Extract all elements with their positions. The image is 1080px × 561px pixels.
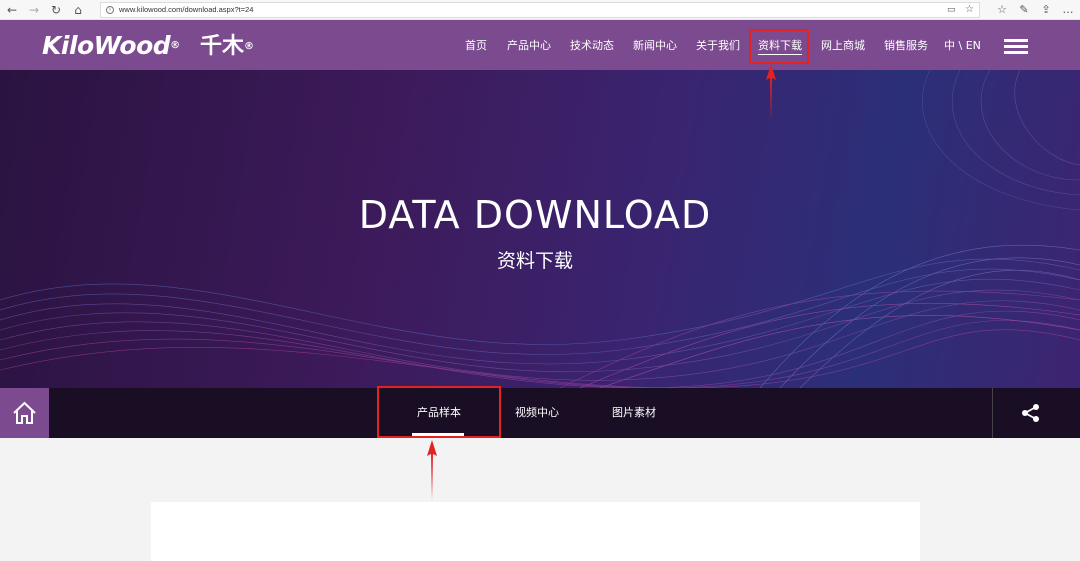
browser-share-icon[interactable]: ⇪ [1038,2,1054,18]
refresh-icon[interactable]: ↻ [48,2,64,18]
annotation-box-nav [749,29,809,64]
nav-news[interactable]: 新闻中心 [633,37,677,55]
logo-text: KiloWood [42,31,171,60]
menu-icon[interactable] [1004,39,1028,54]
hero-title: DATA DOWNLOAD [358,193,712,237]
language-switch[interactable]: 中 \ EN [944,37,981,55]
forward-icon[interactable]: → [26,2,42,18]
annotation-box-tab [377,386,501,438]
home-icon [13,401,36,424]
logo-reg-mark: ® [170,40,180,51]
annotation-arrow-nav [766,64,776,122]
nav-shop[interactable]: 网上商城 [821,37,865,55]
nav-tech-news[interactable]: 技术动态 [570,37,614,55]
logo-cn-reg-mark: ® [244,41,255,52]
sub-navigation: 产品样本 视频中心 图片素材 [0,388,1080,438]
content-card [151,502,920,561]
site-header: KiloWood® 千木® 首页 产品中心 技术动态 新闻中心 关于我们 资料下… [0,20,1080,70]
tab-video-center[interactable]: 视频中心 [515,404,559,422]
logo-cn-text: 千木 [200,34,245,59]
more-icon[interactable]: … [1060,2,1076,18]
favorites-icon[interactable]: ☆ [994,2,1010,18]
reader-icon[interactable]: ▭ [947,3,956,17]
back-icon[interactable]: ← [4,2,20,18]
site-logo-cn[interactable]: 千木® [200,34,254,60]
pen-icon[interactable]: ✎ [1016,2,1032,18]
annotation-arrow-tab [427,440,437,500]
share-icon[interactable] [1021,403,1041,423]
nav-home[interactable]: 首页 [465,37,487,55]
hero-subtitle: 资料下载 [496,250,573,272]
nav-about[interactable]: 关于我们 [696,37,740,55]
share-divider [992,388,993,438]
nav-products[interactable]: 产品中心 [507,37,551,55]
favorite-star-icon[interactable]: ☆ [965,3,974,17]
browser-home-icon[interactable]: ⌂ [70,2,86,18]
hero-banner: DATA DOWNLOAD 资料下载 [0,70,1080,388]
address-bar[interactable]: i www.kilowood.com/download.aspx?t=24 ▭ … [100,2,980,18]
browser-toolbar: ← → ↻ ⌂ i www.kilowood.com/download.aspx… [0,0,1080,20]
nav-sales-service[interactable]: 销售服务 [884,37,928,55]
home-button[interactable] [0,388,49,438]
address-text: www.kilowood.com/download.aspx?t=24 [119,5,254,14]
site-logo[interactable]: KiloWood® [42,32,180,60]
info-icon[interactable]: i [106,6,114,14]
tab-image-assets[interactable]: 图片素材 [612,404,656,422]
